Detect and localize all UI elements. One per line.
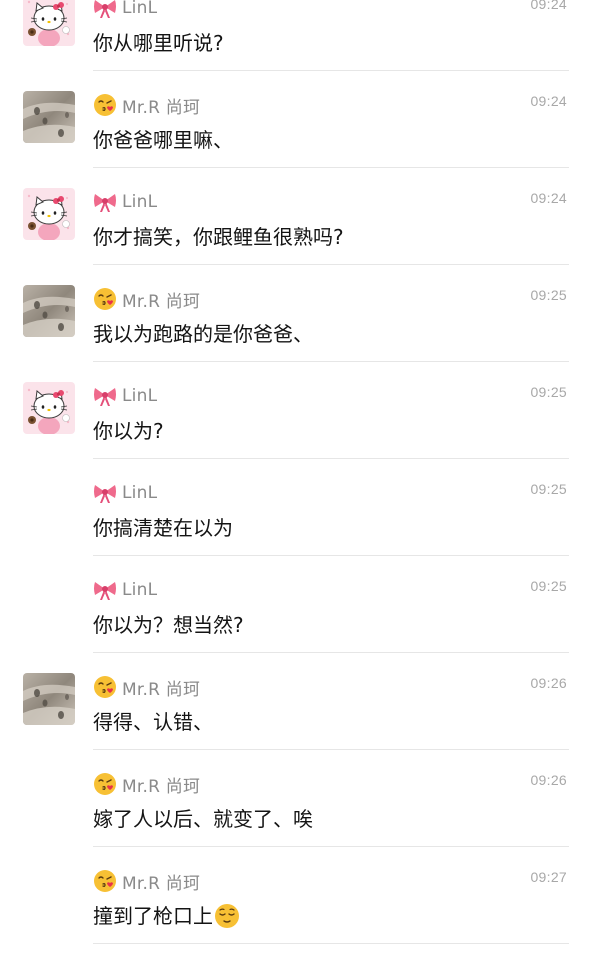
message-sender: LinL — [93, 384, 157, 408]
message-text-container: 得得、认错、 — [93, 708, 213, 736]
message-timestamp: 09:27 — [530, 869, 567, 885]
bow-icon — [93, 190, 117, 214]
chat-message-row[interactable]: Mr.R 尚珂 09:26 得得、认错、 — [0, 653, 592, 750]
message-divider — [93, 943, 569, 944]
relieved-face-icon — [214, 903, 240, 929]
message-text-container: 我以为跑路的是你爸爸、 — [93, 320, 313, 348]
message-timestamp: 09:25 — [530, 481, 567, 497]
message-text: 你从哪里听说? — [93, 31, 224, 55]
hello-kitty-avatar[interactable] — [23, 0, 75, 46]
sender-name: LinL — [122, 0, 158, 18]
message-text-container: 你搞清楚在以为 — [93, 514, 233, 542]
message-sender: LinL — [93, 481, 157, 505]
message-text: 你爸爸哪里嘛、 — [93, 128, 233, 152]
message-timestamp: 09:26 — [530, 772, 567, 788]
message-text: 撞到了枪口上 — [93, 904, 213, 928]
bow-icon — [93, 481, 117, 505]
bow-icon — [93, 0, 117, 20]
hello-kitty-avatar[interactable] — [23, 382, 75, 434]
kiss-face-icon — [93, 287, 117, 311]
sender-name: Mr.R 尚珂 — [122, 873, 201, 894]
chat-message-row[interactable]: Mr.R 尚珂 09:27 撞到了枪口上 — [0, 847, 592, 944]
message-text: 你以为？想当然? — [93, 613, 244, 637]
stone-photo-avatar[interactable] — [23, 285, 75, 337]
bow-icon — [93, 578, 117, 602]
message-timestamp: 09:25 — [530, 384, 567, 400]
kiss-face-icon — [93, 675, 117, 699]
message-timestamp: 09:26 — [530, 675, 567, 691]
sender-name: LinL — [122, 483, 158, 503]
chat-message-list[interactable]: LinL 09:24 你从哪里听说? Mr.R 尚珂 09:24 你爸爸哪里嘛、 — [0, 0, 592, 960]
message-timestamp: 09:25 — [530, 578, 567, 594]
kiss-face-icon — [93, 869, 117, 893]
chat-message-row[interactable]: LinL 09:25 你以为? — [0, 362, 592, 459]
message-text: 得得、认错、 — [93, 710, 213, 734]
message-text-container: 嫁了人以后、就变了、唉 — [93, 805, 313, 833]
chat-message-row[interactable]: LinL 09:24 你才搞笑，你跟鲤鱼很熟吗? — [0, 168, 592, 265]
sender-name: Mr.R 尚珂 — [122, 776, 201, 797]
message-timestamp: 09:24 — [530, 190, 567, 206]
message-timestamp: 09:24 — [530, 0, 567, 12]
message-timestamp: 09:25 — [530, 287, 567, 303]
message-sender: Mr.R 尚珂 — [93, 675, 201, 700]
sender-name: LinL — [122, 580, 158, 600]
message-text-container: 撞到了枪口上 — [93, 902, 240, 930]
chat-message-row[interactable]: LinL 09:25 你搞清楚在以为 — [0, 459, 592, 556]
message-timestamp: 09:24 — [530, 93, 567, 109]
sender-name: Mr.R 尚珂 — [122, 97, 201, 118]
sender-name: LinL — [122, 192, 158, 212]
chat-message-row[interactable]: LinL 09:24 你从哪里听说? — [0, 0, 592, 71]
sender-name: Mr.R 尚珂 — [122, 679, 201, 700]
message-sender: LinL — [93, 578, 157, 602]
chat-message-row[interactable]: Mr.R 尚珂 09:25 我以为跑路的是你爸爸、 — [0, 265, 592, 362]
message-sender: LinL — [93, 0, 157, 20]
message-text: 你搞清楚在以为 — [93, 516, 233, 540]
hello-kitty-avatar[interactable] — [23, 188, 75, 240]
message-text-container: 你以为? — [93, 417, 164, 445]
kiss-face-icon — [93, 772, 117, 796]
message-text-container: 你才搞笑，你跟鲤鱼很熟吗? — [93, 223, 344, 251]
message-sender: Mr.R 尚珂 — [93, 869, 201, 894]
message-text: 嫁了人以后、就变了、唉 — [93, 807, 313, 831]
message-sender: Mr.R 尚珂 — [93, 93, 201, 118]
message-text-container: 你从哪里听说? — [93, 29, 224, 57]
chat-message-row[interactable]: Mr.R 尚珂 09:24 你爸爸哪里嘛、 — [0, 71, 592, 168]
bow-icon — [93, 384, 117, 408]
stone-photo-avatar[interactable] — [23, 91, 75, 143]
chat-message-row[interactable]: LinL 09:25 你以为？想当然? — [0, 556, 592, 653]
stone-photo-avatar[interactable] — [23, 673, 75, 725]
message-text: 你才搞笑，你跟鲤鱼很熟吗? — [93, 225, 344, 249]
kiss-face-icon — [93, 93, 117, 117]
message-text-container: 你以为？想当然? — [93, 611, 244, 639]
message-sender: LinL — [93, 190, 157, 214]
sender-name: LinL — [122, 386, 158, 406]
message-text: 你以为? — [93, 419, 164, 443]
message-sender: Mr.R 尚珂 — [93, 772, 201, 797]
message-sender: Mr.R 尚珂 — [93, 287, 201, 312]
message-text: 我以为跑路的是你爸爸、 — [93, 322, 313, 346]
chat-message-row[interactable]: Mr.R 尚珂 09:26 嫁了人以后、就变了、唉 — [0, 750, 592, 847]
message-text-container: 你爸爸哪里嘛、 — [93, 126, 233, 154]
sender-name: Mr.R 尚珂 — [122, 291, 201, 312]
